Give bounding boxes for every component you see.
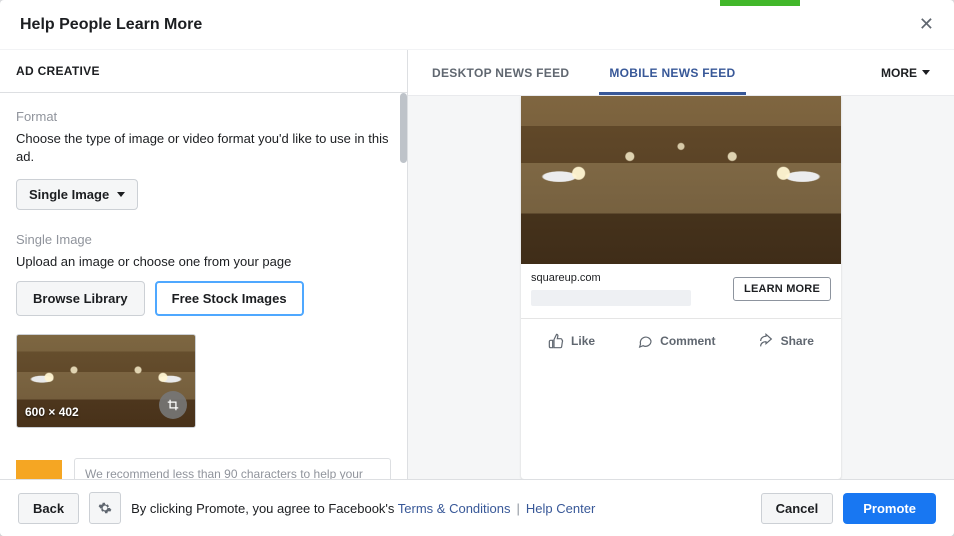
ad-headline-placeholder xyxy=(531,290,691,306)
more-dropdown[interactable]: MORE xyxy=(881,66,930,80)
image-thumbnail[interactable]: 600 × 402 xyxy=(16,334,196,428)
like-button[interactable]: Like xyxy=(548,333,595,349)
divider xyxy=(521,318,841,319)
left-panel: AD CREATIVE Format Choose the type of im… xyxy=(0,50,408,479)
right-panel: DESKTOP NEWS FEED MOBILE NEWS FEED MORE … xyxy=(408,50,954,479)
comment-label: Comment xyxy=(660,334,715,348)
gear-icon xyxy=(98,501,112,515)
agree-pre: By clicking Promote, you agree to Facebo… xyxy=(131,501,398,516)
browse-library-button[interactable]: Browse Library xyxy=(16,281,145,316)
more-label: MORE xyxy=(881,66,917,80)
recommendation-text: We recommend less than 90 characters to … xyxy=(74,458,391,479)
close-icon[interactable]: ✕ xyxy=(919,14,934,35)
single-image-label: Single Image xyxy=(16,232,391,247)
agree-text: By clicking Promote, you agree to Facebo… xyxy=(131,501,595,516)
chevron-down-icon xyxy=(117,192,125,197)
left-content: Format Choose the type of image or video… xyxy=(0,93,407,479)
pipe: | xyxy=(517,501,520,516)
free-stock-images-button[interactable]: Free Stock Images xyxy=(155,281,304,316)
promote-modal: Help People Learn More ✕ AD CREATIVE For… xyxy=(0,0,954,536)
warning-icon xyxy=(16,460,62,479)
thumbnail-dimensions: 600 × 402 xyxy=(25,405,79,419)
modal-body: AD CREATIVE Format Choose the type of im… xyxy=(0,50,954,479)
share-icon xyxy=(758,333,774,349)
help-center-link[interactable]: Help Center xyxy=(526,501,595,516)
ad-image xyxy=(521,96,841,264)
preview-tabs: DESKTOP NEWS FEED MOBILE NEWS FEED MORE xyxy=(408,50,954,96)
format-desc: Choose the type of image or video format… xyxy=(16,130,391,165)
back-button[interactable]: Back xyxy=(18,493,79,524)
format-value: Single Image xyxy=(29,187,109,202)
comment-button[interactable]: Comment xyxy=(637,333,715,349)
comment-icon xyxy=(637,333,653,349)
settings-button[interactable] xyxy=(89,492,121,524)
crop-icon[interactable] xyxy=(159,391,187,419)
recommendation-row: We recommend less than 90 characters to … xyxy=(16,458,391,479)
single-image-desc: Upload an image or choose one from your … xyxy=(16,253,391,271)
cta-row: squareup.com LEARN MORE xyxy=(521,264,841,318)
terms-link[interactable]: Terms & Conditions xyxy=(398,501,511,516)
preview-area: squareup.com LEARN MORE Like C xyxy=(408,96,954,479)
like-label: Like xyxy=(571,334,595,348)
ad-domain: squareup.com xyxy=(531,272,691,284)
scrollbar-thumb[interactable] xyxy=(400,93,407,163)
modal-header: Help People Learn More ✕ xyxy=(0,0,954,50)
chevron-down-icon xyxy=(922,70,930,75)
social-actions: Like Comment Share xyxy=(521,325,841,359)
modal-footer: Back By clicking Promote, you agree to F… xyxy=(0,479,954,536)
format-label: Format xyxy=(16,109,391,124)
format-dropdown[interactable]: Single Image xyxy=(16,179,138,210)
ad-preview-card: squareup.com LEARN MORE Like C xyxy=(521,96,841,479)
share-label: Share xyxy=(781,334,814,348)
top-accent xyxy=(720,0,800,6)
modal-title: Help People Learn More xyxy=(20,16,202,34)
panel-section-title: AD CREATIVE xyxy=(0,50,407,93)
tab-mobile-news-feed[interactable]: MOBILE NEWS FEED xyxy=(609,52,735,94)
promote-button[interactable]: Promote xyxy=(843,493,936,524)
like-icon xyxy=(548,333,564,349)
share-button[interactable]: Share xyxy=(758,333,814,349)
tab-desktop-news-feed[interactable]: DESKTOP NEWS FEED xyxy=(432,52,569,94)
cancel-button[interactable]: Cancel xyxy=(761,493,834,524)
learn-more-button[interactable]: LEARN MORE xyxy=(733,277,831,301)
